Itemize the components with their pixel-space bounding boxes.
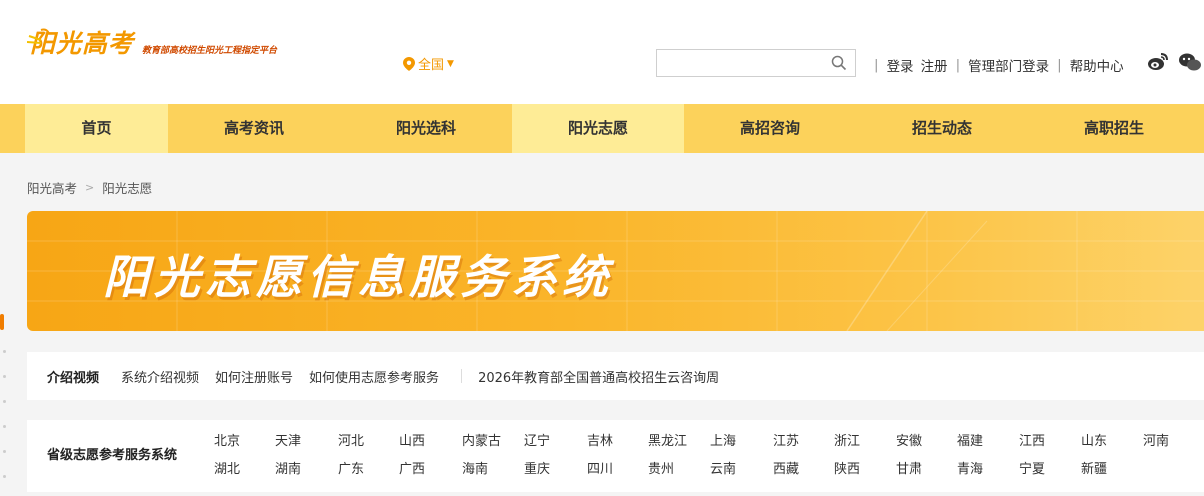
province-link[interactable]: 内蒙古 bbox=[462, 430, 501, 449]
location-pin-icon bbox=[403, 56, 415, 71]
divider bbox=[461, 369, 463, 383]
site-logo[interactable]: 阳光高考 教育部高校招生阳光工程指定平台 bbox=[27, 24, 278, 60]
province-link[interactable]: 辽宁 bbox=[524, 430, 550, 449]
province-link[interactable]: 上海 bbox=[710, 430, 736, 449]
nav-item-subject-selection[interactable]: 阳光选科 bbox=[340, 104, 512, 153]
nav-item-home[interactable]: 首页 bbox=[25, 104, 168, 153]
admin-login-link[interactable]: 管理部门登录 bbox=[968, 55, 1049, 75]
side-dots bbox=[3, 350, 7, 496]
province-link[interactable]: 西藏 bbox=[773, 458, 799, 477]
breadcrumb-home[interactable]: 阳光高考 bbox=[27, 178, 77, 197]
province-link[interactable]: 黑龙江 bbox=[648, 430, 687, 449]
divider: | bbox=[874, 57, 879, 73]
nav-spacer bbox=[0, 104, 25, 153]
province-link[interactable]: 吉林 bbox=[587, 430, 613, 449]
province-link[interactable]: 江苏 bbox=[773, 430, 799, 449]
breadcrumb: 阳光高考 > 阳光志愿 bbox=[27, 178, 152, 197]
province-link[interactable]: 河南 bbox=[1143, 430, 1169, 449]
search-icon[interactable] bbox=[831, 55, 847, 71]
province-link[interactable]: 安徽 bbox=[896, 430, 922, 449]
header-links: | 登录 注册 | 管理部门登录 | 帮助中心 bbox=[866, 55, 1124, 75]
page-banner: 阳光志愿信息服务系统 bbox=[27, 211, 1204, 331]
main-nav: 首页 高考资讯 阳光选科 阳光志愿 高招咨询 招生动态 高职招生 bbox=[0, 104, 1204, 153]
province-link[interactable]: 甘肃 bbox=[896, 458, 922, 477]
province-link[interactable]: 云南 bbox=[710, 458, 736, 477]
province-link[interactable]: 海南 bbox=[462, 458, 488, 477]
nav-item-volunteer[interactable]: 阳光志愿 bbox=[512, 104, 684, 153]
province-link[interactable]: 重庆 bbox=[524, 458, 550, 477]
province-link[interactable]: 山东 bbox=[1081, 430, 1107, 449]
sun-rays-icon bbox=[27, 28, 50, 44]
province-systems-panel: 省级志愿参考服务系统 北京 天津 河北 山西 内蒙古 辽宁 吉林 黑龙江 上海 江苏 浙江 安徽 福建 江… bbox=[27, 420, 1204, 492]
nav-item-consulting[interactable]: 高招咨询 bbox=[684, 104, 856, 153]
province-link[interactable]: 湖北 bbox=[214, 458, 240, 477]
province-link[interactable]: 广东 bbox=[338, 458, 364, 477]
province-link[interactable]: 山西 bbox=[399, 430, 425, 449]
cloud-consult-week-link[interactable]: 2026年教育部全国普通高校招生云咨询周 bbox=[478, 367, 719, 386]
intro-video-panel: 介绍视频 系统介绍视频 如何注册账号 如何使用志愿参考服务 2026年教育部全国… bbox=[27, 352, 1204, 400]
breadcrumb-current: 阳光志愿 bbox=[102, 181, 153, 196]
province-link[interactable]: 湖南 bbox=[275, 458, 301, 477]
register-link[interactable]: 注册 bbox=[921, 55, 948, 75]
register-guide-link[interactable]: 如何注册账号 bbox=[215, 367, 293, 386]
province-link[interactable]: 青海 bbox=[957, 458, 983, 477]
nav-item-gaokao-news[interactable]: 高考资讯 bbox=[168, 104, 340, 153]
region-selector[interactable]: 全国 ▼ bbox=[403, 54, 454, 73]
help-center-link[interactable]: 帮助中心 bbox=[1070, 55, 1124, 75]
divider: | bbox=[1057, 57, 1062, 73]
divider: | bbox=[955, 57, 961, 73]
usage-guide-link[interactable]: 如何使用志愿参考服务 bbox=[309, 367, 439, 386]
province-link[interactable]: 天津 bbox=[275, 430, 301, 449]
province-link[interactable]: 陕西 bbox=[834, 458, 860, 477]
search-box bbox=[656, 49, 856, 77]
intro-video-link[interactable]: 系统介绍视频 bbox=[121, 367, 199, 386]
banner-title: 阳光志愿信息服务系统 bbox=[103, 250, 613, 304]
nav-item-admission-news[interactable]: 招生动态 bbox=[856, 104, 1028, 153]
province-link[interactable]: 浙江 bbox=[834, 430, 860, 449]
side-indicator bbox=[0, 314, 4, 330]
province-link[interactable]: 北京 bbox=[214, 430, 240, 449]
login-link[interactable]: 登录 bbox=[887, 55, 914, 75]
province-link[interactable]: 福建 bbox=[957, 430, 983, 449]
top-header: 阳光高考 教育部高校招生阳光工程指定平台 全国 ▼ | 登录 注册 | 管理部门… bbox=[0, 0, 1204, 104]
weibo-icon[interactable] bbox=[1146, 50, 1170, 74]
province-systems-label: 省级志愿参考服务系统 bbox=[47, 448, 178, 463]
intro-video-label: 介绍视频 bbox=[47, 370, 100, 386]
province-link[interactable]: 江西 bbox=[1019, 430, 1045, 449]
chevron-right-icon: > bbox=[85, 181, 95, 194]
logo-tagline: 教育部高校招生阳光工程指定平台 bbox=[142, 46, 278, 56]
region-label: 全国 bbox=[418, 58, 445, 73]
province-link[interactable]: 贵州 bbox=[648, 458, 674, 477]
social-links bbox=[1146, 50, 1204, 74]
nav-item-vocational[interactable]: 高职招生 bbox=[1028, 104, 1200, 153]
province-link[interactable]: 河北 bbox=[338, 430, 364, 449]
province-link[interactable]: 四川 bbox=[587, 458, 613, 477]
caret-down-icon: ▼ bbox=[447, 58, 454, 69]
wechat-icon[interactable] bbox=[1178, 50, 1202, 74]
province-link[interactable]: 新疆 bbox=[1081, 458, 1107, 477]
search-input[interactable] bbox=[657, 50, 825, 76]
province-link[interactable]: 宁夏 bbox=[1019, 458, 1045, 477]
province-link[interactable]: 广西 bbox=[399, 458, 425, 477]
